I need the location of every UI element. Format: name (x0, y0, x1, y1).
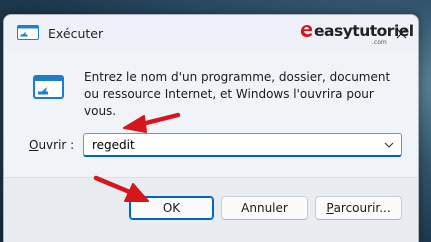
cancel-button-label: Annuler (241, 201, 288, 215)
browse-button[interactable]: Parcourir... (315, 196, 402, 220)
ok-button-label: OK (162, 201, 181, 215)
dialog-description: Entrez le nom d'un programme, dossier, d… (84, 70, 391, 118)
open-input[interactable] (84, 134, 374, 156)
browse-button-label: arcourir... (333, 201, 391, 215)
open-label-text: uvrir : (38, 138, 75, 152)
dialog-content: Entrez le nom d'un programme, dossier, d… (4, 51, 418, 177)
title-bar: Exécuter easytutoriel .com (4, 15, 418, 51)
run-dialog: Exécuter easytutoriel .com Entrez le nom… (3, 14, 419, 242)
easytutoriel-logo-icon (300, 25, 313, 38)
watermark-logo: easytutoriel .com (300, 22, 414, 48)
run-program-icon (33, 75, 64, 99)
open-combobox[interactable] (83, 133, 402, 157)
ok-button[interactable]: OK (129, 196, 214, 220)
dialog-footer: OK Annuler Parcourir... (4, 177, 418, 242)
close-button[interactable] (388, 21, 414, 45)
chevron-down-icon[interactable] (383, 139, 395, 151)
watermark-domain: .com (372, 39, 387, 46)
close-icon (396, 28, 406, 38)
cancel-button[interactable]: Annuler (221, 196, 308, 220)
run-dialog-icon (17, 25, 39, 40)
open-label: Ouvrir : (29, 138, 74, 152)
window-title: Exécuter (48, 26, 104, 41)
browse-button-accesskey: P (326, 201, 334, 215)
